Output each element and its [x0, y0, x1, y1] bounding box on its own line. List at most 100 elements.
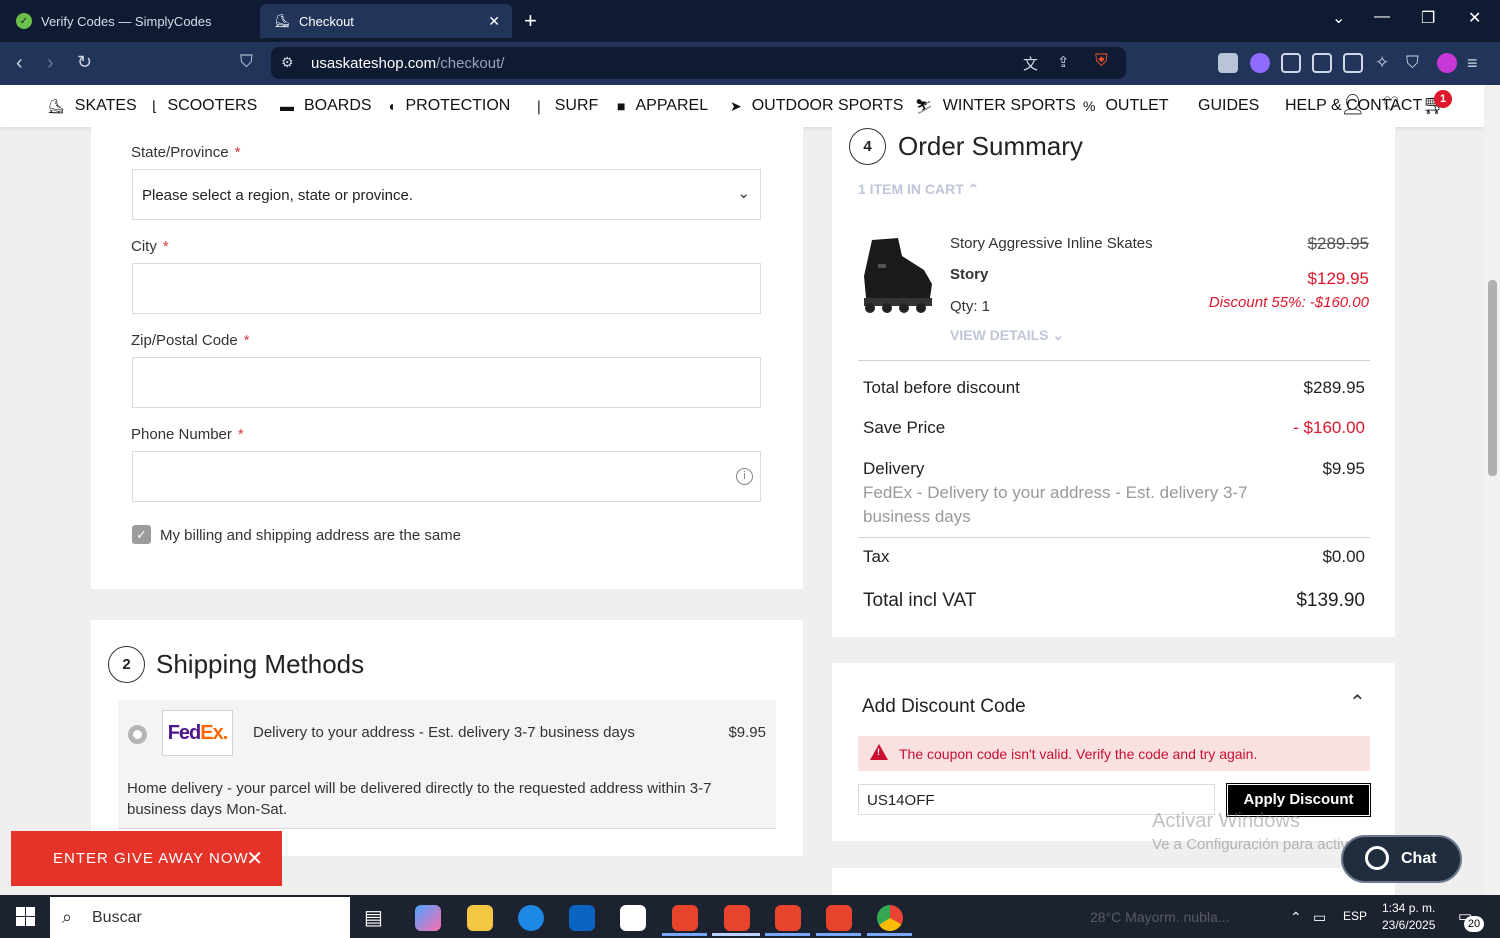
- product-qty: Qty: 1: [950, 298, 991, 315]
- section-title: Shipping Methods: [156, 649, 365, 679]
- page-scrollbar[interactable]: [1484, 85, 1500, 895]
- close-icon[interactable]: ✕: [246, 846, 264, 871]
- chevron-up-icon[interactable]: ⌃: [1349, 690, 1366, 715]
- nav-outdoor-sports[interactable]: ➤ OUTDOOR SPORTS: [730, 97, 903, 115]
- tab-title: Checkout: [299, 13, 354, 29]
- profile-icon[interactable]: [1437, 53, 1457, 73]
- edge-icon[interactable]: [518, 905, 544, 931]
- language-indicator[interactable]: ESP: [1343, 909, 1367, 923]
- tab-checkout[interactable]: ⛸ Checkout ✕: [260, 4, 512, 38]
- shipping-radio[interactable]: [128, 725, 147, 744]
- brave-shields-icon[interactable]: ⛨: [1095, 51, 1108, 71]
- brave-icon[interactable]: [724, 905, 750, 931]
- extension-photo-icon[interactable]: [1218, 53, 1238, 73]
- store-icon[interactable]: [620, 905, 646, 931]
- items-in-cart-toggle[interactable]: 1 ITEM IN CART ⌃: [858, 181, 979, 198]
- menu-icon[interactable]: ≡: [1467, 53, 1487, 73]
- nav-skates[interactable]: ⛸ SKATES: [47, 97, 137, 115]
- leo-ai-icon[interactable]: ✧: [1375, 53, 1395, 73]
- nav-surf[interactable]: ❘ SURF: [533, 97, 598, 115]
- windows-start-icon[interactable]: [16, 907, 35, 926]
- share-icon[interactable]: ⇪: [1057, 53, 1070, 71]
- board-icon: ▬: [280, 98, 294, 114]
- view-details-toggle[interactable]: VIEW DETAILS ⌄: [950, 327, 1064, 344]
- taskbar-clock[interactable]: 1:34 p. m. 23/6/2025: [1382, 900, 1435, 934]
- account-icon[interactable]: 👤︎: [1340, 92, 1365, 117]
- weather-widget[interactable]: 28°C Mayorm. nubla...: [1090, 909, 1229, 925]
- network-icon[interactable]: ▭: [1313, 909, 1326, 926]
- skate-icon: ⛸: [47, 97, 65, 114]
- close-window-icon[interactable]: ✕: [1468, 8, 1481, 28]
- shipping-method-name: Delivery to your address - Est. delivery…: [253, 724, 635, 741]
- nav-outlet[interactable]: % OUTLET: [1083, 97, 1169, 115]
- tab-simplycodes[interactable]: ✓ Verify Codes — SimplyCodes: [2, 4, 258, 38]
- copilot-icon[interactable]: [415, 905, 441, 931]
- chevron-down-icon: ⌄: [737, 185, 750, 202]
- search-icon: ⌕: [62, 907, 73, 927]
- tray-chevron-up-icon[interactable]: ⌃: [1290, 909, 1302, 926]
- file-explorer-icon[interactable]: [467, 905, 493, 931]
- phone-input[interactable]: i: [132, 451, 761, 502]
- vpn-icon[interactable]: ⛉: [1406, 53, 1426, 73]
- taskbar-search[interactable]: ⌕ Buscar: [50, 897, 350, 938]
- task-view-icon[interactable]: ▤: [364, 905, 390, 931]
- taskbar-active-indicator: [712, 933, 760, 936]
- summary-row-total-before: Total before discount $289.95: [863, 378, 1365, 397]
- chat-button[interactable]: Chat: [1341, 835, 1462, 883]
- reload-icon[interactable]: ↻: [77, 52, 92, 73]
- minimize-icon[interactable]: —: [1374, 8, 1390, 26]
- sidebar-icon[interactable]: [1312, 53, 1332, 73]
- site-settings-icon[interactable]: ⚙: [281, 54, 294, 71]
- wallet-icon[interactable]: [1343, 53, 1363, 73]
- nav-winter-sports[interactable]: ⛷ WINTER SPORTS: [915, 97, 1076, 115]
- activate-windows-watermark: Activar Windows: [1152, 810, 1300, 832]
- notification-count-badge: 20: [1464, 916, 1484, 932]
- info-icon[interactable]: i: [736, 468, 753, 485]
- nav-boards[interactable]: ▬ BOARDS: [280, 97, 372, 115]
- taskbar-running-indicator: [867, 933, 912, 936]
- bookmark-icon[interactable]: ⛉: [240, 52, 253, 72]
- nav-guides[interactable]: GUIDES: [1198, 97, 1259, 115]
- chrome-icon[interactable]: [877, 905, 903, 931]
- nav-protection[interactable]: ◖ PROTECTION: [387, 97, 510, 115]
- step-number: 4: [849, 128, 886, 165]
- nav-apparel[interactable]: ■ APPAREL: [617, 97, 708, 115]
- giveaway-banner[interactable]: ENTER GIVE AWAY NOW ✕: [11, 831, 282, 886]
- scrollbar-thumb[interactable]: [1488, 280, 1497, 476]
- clock-date: 23/6/2025: [1382, 918, 1436, 932]
- state-select[interactable]: Please select a region, state or provinc…: [132, 169, 761, 220]
- product-new-price: $129.95: [1307, 269, 1369, 288]
- nav-scooters[interactable]: ⌊ SCOOTERS: [152, 97, 257, 115]
- summary-row-tax: Tax $0.00: [863, 547, 1365, 566]
- extensions-puzzle-icon[interactable]: [1281, 53, 1301, 73]
- brave-icon[interactable]: [672, 905, 698, 931]
- translate-icon[interactable]: 文: [1023, 53, 1038, 74]
- restore-icon[interactable]: ❐: [1421, 8, 1435, 28]
- tab-list-chevron-icon[interactable]: ⌄: [1332, 8, 1345, 28]
- same-address-checkbox[interactable]: ✓: [132, 525, 151, 544]
- close-tab-icon[interactable]: ✕: [488, 13, 500, 30]
- wishlist-heart-icon[interactable]: ♡: [1382, 92, 1400, 117]
- brave-icon[interactable]: [775, 905, 801, 931]
- warning-mark: !: [877, 747, 880, 757]
- taskbar-running-indicator: [816, 933, 861, 936]
- city-input[interactable]: [132, 263, 761, 314]
- outlook-icon[interactable]: [569, 905, 595, 931]
- fedex-logo: FedEx.: [162, 710, 233, 756]
- product-name: Story Aggressive Inline Skates: [950, 235, 1153, 252]
- back-icon[interactable]: ‹: [16, 52, 23, 75]
- address-bar[interactable]: ⚙ usaskateshop.com/checkout/ 文 ⇪ ⛨: [271, 47, 1126, 79]
- scooter-icon: ⌊: [152, 97, 158, 114]
- zip-input[interactable]: [132, 357, 761, 408]
- delivery-description: FedEx - Delivery to your address - Est. …: [863, 483, 1248, 526]
- forward-icon[interactable]: ›: [47, 52, 54, 75]
- extension-leo-icon[interactable]: [1250, 53, 1270, 73]
- shipping-method-price: $9.95: [728, 724, 766, 741]
- helmet-icon: ◖: [387, 98, 396, 114]
- cart-count-badge: 1: [1434, 90, 1452, 108]
- new-tab-icon[interactable]: +: [524, 8, 537, 34]
- brave-icon[interactable]: [826, 905, 852, 931]
- summary-row-total: Total incl VAT $139.90: [863, 590, 1365, 611]
- shipping-method-fedex[interactable]: FedEx. Delivery to your address - Est. d…: [118, 700, 776, 829]
- percent-icon: %: [1083, 98, 1096, 114]
